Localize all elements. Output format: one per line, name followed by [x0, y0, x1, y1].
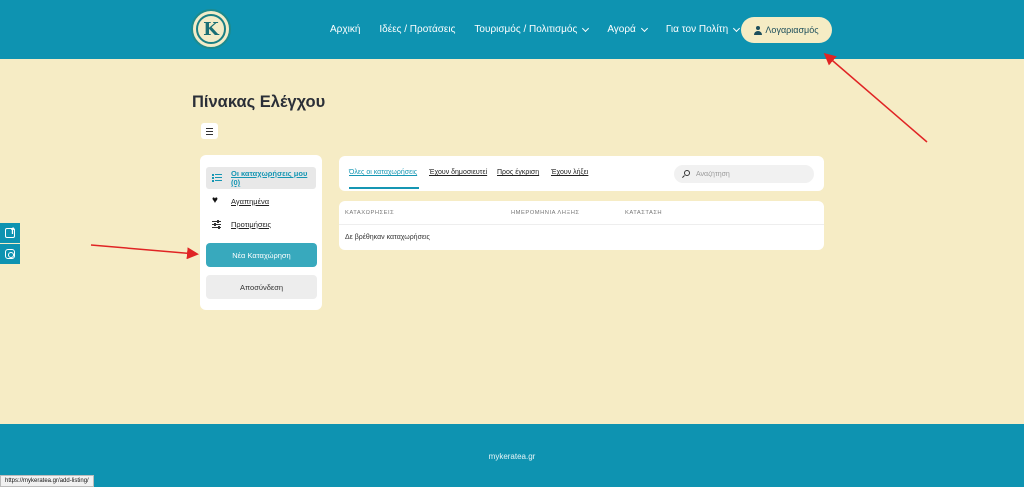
- new-listing-button[interactable]: Νέα Καταχώρηση: [206, 243, 317, 267]
- site-footer: mykeratea.gr: [0, 424, 1024, 487]
- nav-item-citizen[interactable]: Για τον Πολίτη: [665, 24, 741, 35]
- table-divider: [339, 224, 824, 225]
- page-title: Πίνακας Ελέγχου: [192, 93, 326, 111]
- search-box[interactable]: [674, 165, 814, 183]
- instagram-link[interactable]: [0, 244, 20, 264]
- nav-item-ideas[interactable]: Ιδέες / Προτάσεις: [379, 24, 455, 35]
- account-button[interactable]: Λογαριασμός: [741, 17, 832, 43]
- empty-state-message: Δε βρέθηκαν καταχωρήσεις: [345, 234, 430, 241]
- chevron-down-icon: [640, 24, 648, 32]
- column-header-expiry-date: ΗΜΕΡΟΜΗΝΙΑ ΛΗΞΗΣ: [511, 210, 580, 216]
- nav-item-home[interactable]: Αρχική: [330, 24, 360, 35]
- user-icon: [754, 25, 763, 35]
- facebook-link[interactable]: [0, 223, 20, 243]
- dashboard-sidebar: Οι καταχωρήσεις μου (0) ♥ Αγαπημένα Προτ…: [200, 155, 322, 310]
- sidebar-item-label: Αγαπημένα: [231, 196, 270, 206]
- tab-all-listings[interactable]: Όλες οι καταχωρήσεις: [349, 169, 417, 176]
- arrow-to-new-listing: [90, 244, 199, 260]
- search-icon: [684, 170, 690, 176]
- hamburger-line: [206, 127, 213, 129]
- nav-label: Ιδέες / Προτάσεις: [379, 24, 456, 35]
- logout-button[interactable]: Αποσύνδεση: [206, 275, 317, 299]
- site-logo[interactable]: K: [191, 9, 231, 49]
- listings-tabs-bar: Όλες οι καταχωρήσεις Έχουν δημοσιευτεί Π…: [339, 156, 824, 191]
- chevron-down-icon: [733, 24, 741, 32]
- heart-icon: ♥: [212, 195, 218, 206]
- sidebar-item-favorites[interactable]: ♥ Αγαπημένα: [206, 190, 316, 212]
- tab-pending[interactable]: Προς έγκριση: [497, 169, 539, 176]
- instagram-icon: [5, 249, 15, 259]
- site-header: K Αρχική Ιδέες / Προτάσεις Τουρισμός / Π…: [0, 0, 1024, 59]
- logo-letter: K: [196, 14, 226, 44]
- nav-label: Τουρισμός / Πολιτισμός: [474, 24, 578, 35]
- sidebar-item-label: Οι καταχωρήσεις μου (0): [231, 169, 308, 187]
- column-header-listings: ΚΑΤΑΧΩΡΗΣΕΙΣ: [345, 210, 395, 216]
- main-nav: Αρχική Ιδέες / Προτάσεις Τουρισμός / Πολ…: [330, 24, 758, 35]
- chevron-down-icon: [582, 24, 590, 32]
- active-tab-indicator: [349, 187, 419, 189]
- menu-toggle-button[interactable]: [201, 123, 218, 139]
- account-label: Λογαριασμός: [765, 25, 819, 35]
- arrow-to-account: [823, 53, 928, 143]
- nav-item-tourism[interactable]: Τουρισμός / Πολιτισμός: [474, 24, 590, 35]
- tab-expired[interactable]: Έχουν λήξει: [551, 169, 588, 176]
- sliders-icon: [212, 219, 222, 229]
- tab-published[interactable]: Έχουν δημοσιευτεί: [429, 169, 487, 176]
- hamburger-line: [206, 133, 213, 135]
- search-input[interactable]: [696, 168, 806, 180]
- nav-label: Για τον Πολίτη: [665, 24, 729, 35]
- nav-item-market[interactable]: Αγορά: [607, 24, 648, 35]
- sidebar-item-label: Προτιμήσεις: [231, 219, 272, 229]
- status-bar-url: https://mykeratea.gr/add-listing/: [0, 475, 94, 487]
- list-icon: [212, 173, 222, 183]
- listings-table: ΚΑΤΑΧΩΡΗΣΕΙΣ ΗΜΕΡΟΜΗΝΙΑ ΛΗΞΗΣ ΚΑΤΑΣΤΑΣΗ …: [339, 201, 824, 250]
- facebook-icon: [5, 226, 15, 238]
- hamburger-line: [206, 130, 213, 132]
- nav-label: Αρχική: [330, 24, 361, 35]
- sidebar-item-my-listings[interactable]: Οι καταχωρήσεις μου (0): [206, 167, 316, 189]
- footer-site-name: mykeratea.gr: [488, 452, 536, 461]
- sidebar-item-preferences[interactable]: Προτιμήσεις: [206, 213, 316, 235]
- column-header-status: ΚΑΤΑΣΤΑΣΗ: [625, 210, 663, 216]
- nav-label: Αγορά: [607, 24, 636, 35]
